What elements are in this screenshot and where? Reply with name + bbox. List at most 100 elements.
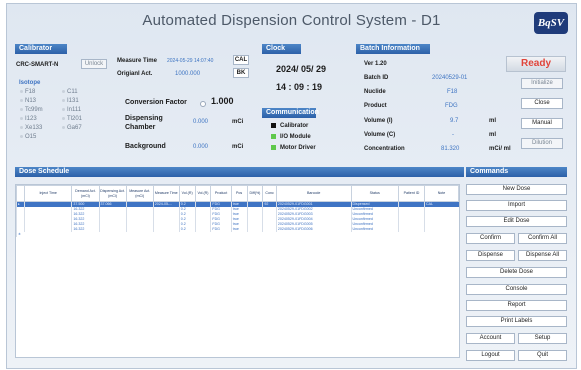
clock-header: Clock [262,44,301,54]
commands-header: Commands [466,167,567,177]
confirm-button[interactable]: Confirm [466,233,515,244]
brand-logo: BqSV [534,12,568,34]
conversion-factor-value: 1.000 [211,96,234,106]
console-button[interactable]: Console [466,284,567,295]
table-cell [262,227,277,232]
radio-dot-icon [20,107,23,111]
radio-dot-icon [20,98,23,102]
table-cell: 16.322 [71,227,99,232]
table-row[interactable]: 16.322 0.2 FDG true 20240529-01FDG006 Unconfi… [16,227,459,232]
table-cell [125,227,154,232]
dispensing-chamber-label: Dispensing Chamber [125,115,163,131]
radio-dot-icon [20,116,23,120]
volume-c-unit: ml [489,132,497,138]
print-labels-button[interactable]: Print Labels [466,316,567,327]
column-header[interactable]: Barcode [275,185,352,202]
new-dose-button[interactable]: New Dose [466,184,567,195]
column-header[interactable]: Dispensing Act.(mCi) [98,185,127,202]
close-button[interactable]: Close [521,98,563,109]
isotope-option[interactable]: In111 [62,106,82,115]
new-row-marker-icon: ∗ [16,232,25,237]
isotope-option[interactable]: Ga67 [62,124,82,133]
batch-id-label: Batch ID [364,75,389,81]
delete-dose-button[interactable]: Delete Dose [466,267,567,278]
edit-dose-button[interactable]: Edit Dose [466,216,567,227]
product-label: Product [364,103,387,109]
dilution-button[interactable]: Dilution [521,138,563,149]
column-header[interactable]: Vol.(R) [178,185,196,202]
isotope-option[interactable]: Tc99m [20,106,43,115]
isotope-option[interactable]: I131 [62,97,82,106]
column-header[interactable]: Demand Act.(mCi) [71,185,100,202]
quit-button[interactable]: Quit [518,350,567,361]
communication-header: Communication [262,108,319,118]
report-button[interactable]: Report [466,300,567,311]
volume-i-unit: ml [489,118,497,124]
column-header[interactable]: Product [210,185,232,202]
status-led-icon [271,145,276,151]
isotope-label: Isotope [19,80,41,86]
radio-dot-icon [62,107,65,111]
column-header[interactable]: Measure Act.(mCi) [125,185,154,202]
radio-dot-icon [20,125,23,129]
isotope-name: Ga67 [67,125,82,131]
isotope-name: Xe133 [25,125,43,131]
import-button[interactable]: Import [466,200,567,211]
table-cell: 0.2 [178,227,196,232]
column-header[interactable]: Pos [230,185,248,202]
logout-button[interactable]: Logout [466,350,515,361]
isotope-name: Tl201 [67,116,83,122]
column-header[interactable]: Note [423,185,459,202]
confirm-all-button[interactable]: Confirm All [518,233,567,244]
concentration-label: Concentration [364,146,405,152]
initialize-button[interactable]: Initialize [521,78,563,89]
background-unit: mCi [232,144,244,150]
column-header[interactable]: Patient ID [397,185,425,202]
dispense-all-button[interactable]: Dispense All [518,250,567,261]
dose-schedule-table-area: Inject Time Demand Act.(mCi) Dispensing Ac… [15,184,460,358]
measure-time-value: 2024-05-29 14:07:40 [167,58,214,64]
radio-dot-icon [20,89,23,93]
column-header[interactable]: Inject Time [23,185,73,202]
isotope-option[interactable]: I123 [20,115,43,124]
column-header[interactable]: Vol.(R) [194,185,212,202]
background-value: 0.000 [193,144,209,150]
dose-schedule-table: Inject Time Demand Act.(mCi) Dispensing Ac… [16,185,459,237]
dose-schedule-header: Dose Schedule [15,167,464,177]
isotope-option[interactable]: O15 [20,133,43,142]
table-cell [397,227,425,232]
unlock-button[interactable]: Unlock [81,59,107,69]
conversion-factor-radio[interactable] [200,101,206,107]
isotope-name: N13 [25,98,37,104]
column-header[interactable]: Measure Time [152,185,180,202]
concentration-value: 81.320 [441,146,460,152]
isotope-option[interactable]: N13 [20,97,43,106]
table-cell [98,227,127,232]
clock-date: 2024/ 05/ 29 [276,64,327,74]
table-cell: Unconfirmed [350,227,399,232]
cal-button[interactable]: CAL [233,55,249,65]
manual-button[interactable]: Manual [521,118,563,129]
radio-dot-icon [20,134,23,138]
isotope-option[interactable]: F18 [20,88,43,97]
isotope-list-col2: C11 I131 In111 Tl201 Ga67 [62,88,82,133]
batch-header: Batch Information [356,44,430,54]
isotope-option[interactable]: Tl201 [62,115,82,124]
table-cell: 20240529-01FDG006 [275,227,351,232]
table-cell: true [230,227,248,232]
ready-indicator: Ready [506,56,566,72]
column-header[interactable]: Diff(%) [246,185,264,202]
column-header[interactable]: Status [350,185,399,202]
new-row-placeholder[interactable]: ∗ [16,232,459,237]
original-act-value: 1000.000 [175,71,201,77]
bk-button[interactable]: BK [233,68,249,78]
account-button[interactable]: Account [466,333,515,344]
isotope-option[interactable]: C11 [62,88,82,97]
calibrator-header: Calibrator [15,44,67,54]
isotope-option[interactable]: Xe133 [20,124,43,133]
column-header[interactable]: Conc [262,185,277,202]
setup-button[interactable]: Setup [518,333,567,344]
calibrator-device: CRC-SMART-N [16,62,59,68]
dispense-button[interactable]: Dispense [466,250,515,261]
conversion-factor-label: Conversion Factor [125,99,187,106]
